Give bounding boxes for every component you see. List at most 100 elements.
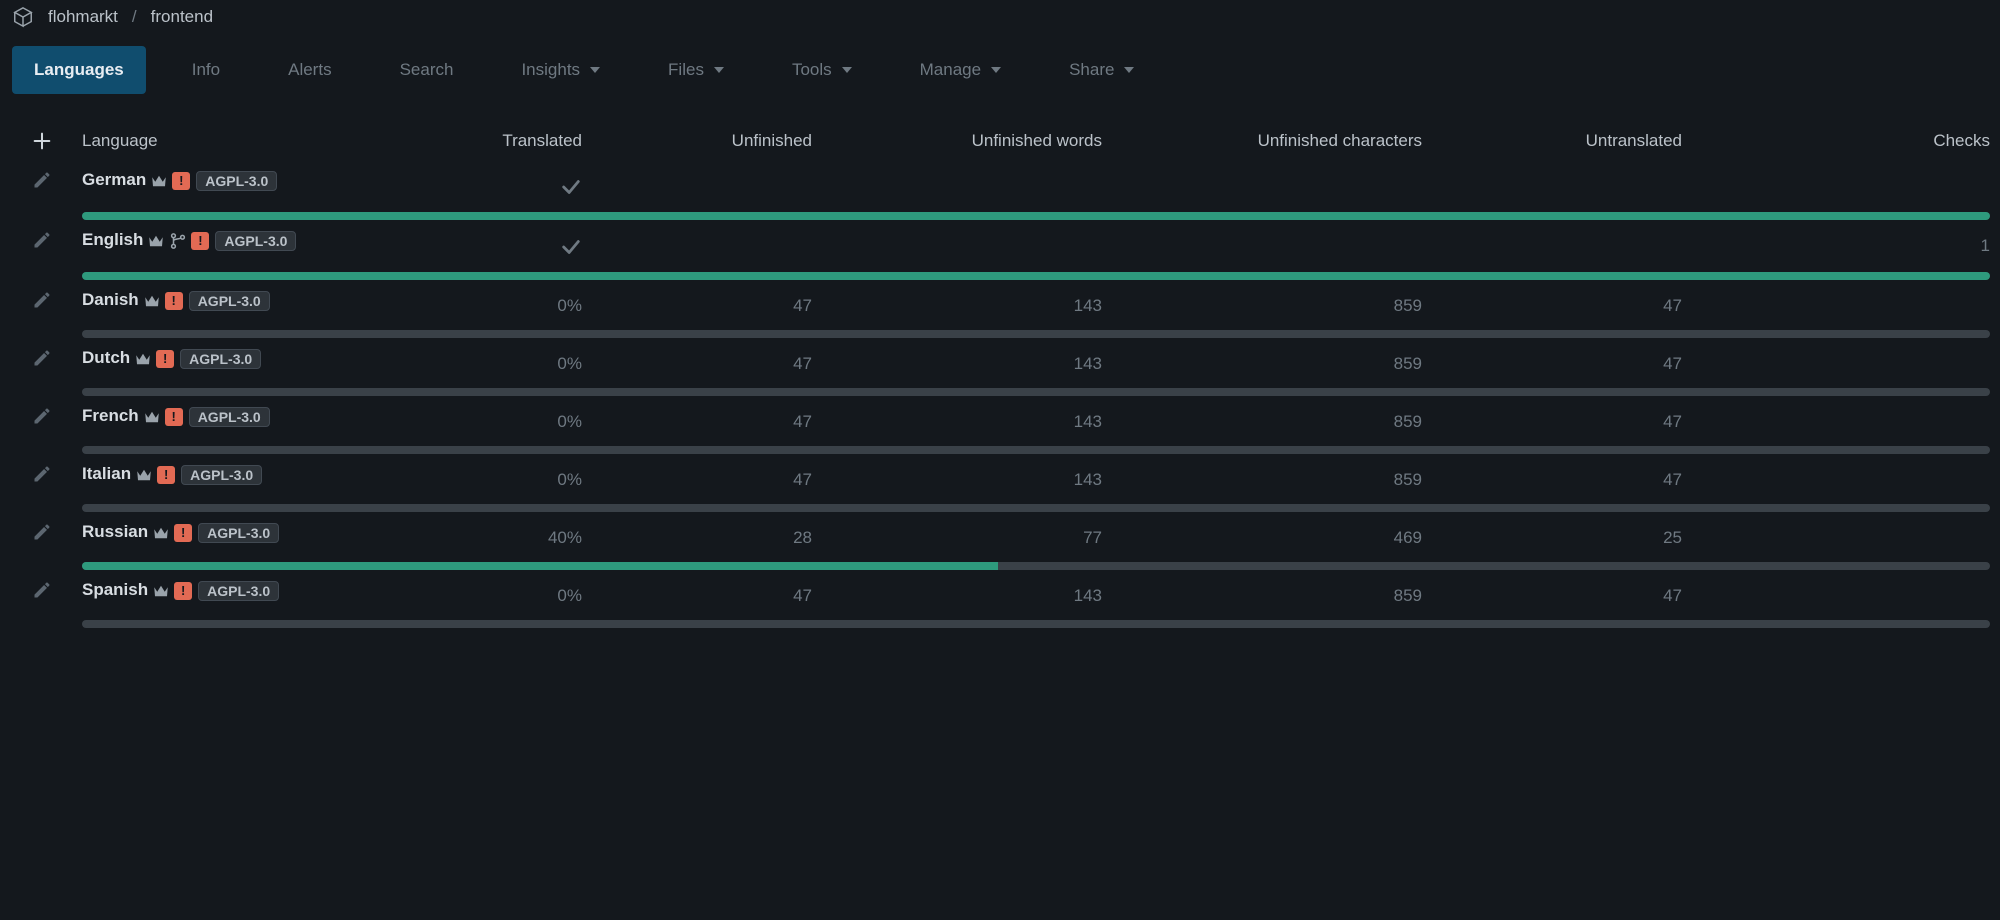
tab-insights[interactable]: Insights — [499, 46, 622, 94]
language-cell[interactable]: Danish !AGPL-3.0 — [72, 290, 432, 316]
tab-files[interactable]: Files — [646, 46, 746, 94]
translated-value[interactable] — [432, 170, 592, 198]
col-translated[interactable]: Translated — [432, 120, 592, 170]
unfinished-chars-value[interactable]: 859 — [1112, 580, 1432, 606]
license-badge[interactable]: AGPL-3.0 — [198, 581, 279, 601]
language-cell[interactable]: English !AGPL-3.0 — [72, 230, 432, 258]
language-cell[interactable]: Italian !AGPL-3.0 — [72, 464, 432, 490]
unfinished-words-value[interactable] — [822, 230, 1112, 258]
license-badge[interactable]: AGPL-3.0 — [189, 291, 270, 311]
unfinished-value[interactable]: 47 — [592, 406, 822, 432]
edit-language-button[interactable] — [12, 230, 72, 290]
unfinished-chars-value[interactable] — [1112, 230, 1432, 258]
license-badge[interactable]: AGPL-3.0 — [215, 231, 296, 251]
checks-value[interactable] — [1692, 522, 2000, 548]
checks-value[interactable] — [1692, 406, 2000, 432]
edit-language-button[interactable] — [12, 580, 72, 638]
translated-value[interactable] — [432, 230, 592, 258]
translated-value[interactable]: 0% — [432, 406, 592, 432]
edit-language-button[interactable] — [12, 464, 72, 522]
unfinished-chars-value[interactable]: 859 — [1112, 290, 1432, 316]
unfinished-value[interactable]: 47 — [592, 348, 822, 374]
progress-cell[interactable] — [72, 548, 2000, 580]
edit-language-button[interactable] — [12, 170, 72, 230]
tab-tools[interactable]: Tools — [770, 46, 874, 94]
unfinished-value[interactable] — [592, 230, 822, 258]
untranslated-value[interactable] — [1432, 170, 1692, 198]
progress-cell[interactable] — [72, 316, 2000, 348]
unfinished-value[interactable]: 47 — [592, 290, 822, 316]
progress-cell[interactable] — [72, 374, 2000, 406]
language-cell[interactable]: Russian !AGPL-3.0 — [72, 522, 432, 548]
language-cell[interactable]: German !AGPL-3.0 — [72, 170, 432, 198]
unfinished-words-value[interactable]: 143 — [822, 406, 1112, 432]
untranslated-value[interactable]: 47 — [1432, 290, 1692, 316]
checks-value[interactable] — [1692, 170, 2000, 198]
col-untranslated[interactable]: Untranslated — [1432, 120, 1692, 170]
unfinished-chars-value[interactable]: 859 — [1112, 348, 1432, 374]
edit-language-button[interactable] — [12, 406, 72, 464]
translated-value[interactable]: 0% — [432, 580, 592, 606]
edit-language-button[interactable] — [12, 348, 72, 406]
checks-value[interactable] — [1692, 464, 2000, 490]
translated-value[interactable]: 0% — [432, 290, 592, 316]
license-badge[interactable]: AGPL-3.0 — [180, 349, 261, 369]
unfinished-words-value[interactable]: 143 — [822, 580, 1112, 606]
checks-value[interactable] — [1692, 290, 2000, 316]
translated-value[interactable]: 0% — [432, 464, 592, 490]
untranslated-value[interactable]: 47 — [1432, 580, 1692, 606]
untranslated-value[interactable]: 47 — [1432, 464, 1692, 490]
checks-value[interactable] — [1692, 348, 2000, 374]
progress-cell[interactable] — [72, 258, 2000, 290]
edit-language-button[interactable] — [12, 522, 72, 580]
unfinished-value[interactable] — [592, 170, 822, 198]
unfinished-words-value[interactable]: 143 — [822, 464, 1112, 490]
breadcrumb-project[interactable]: flohmarkt — [48, 7, 118, 27]
unfinished-words-value[interactable]: 143 — [822, 290, 1112, 316]
tab-languages[interactable]: Languages — [12, 46, 146, 94]
language-cell[interactable]: French !AGPL-3.0 — [72, 406, 432, 432]
unfinished-words-value[interactable]: 77 — [822, 522, 1112, 548]
untranslated-value[interactable]: 47 — [1432, 406, 1692, 432]
progress-cell[interactable] — [72, 198, 2000, 230]
unfinished-value[interactable]: 28 — [592, 522, 822, 548]
tab-info[interactable]: Info — [170, 46, 242, 94]
progress-cell[interactable] — [72, 490, 2000, 522]
license-badge[interactable]: AGPL-3.0 — [198, 523, 279, 543]
unfinished-chars-value[interactable] — [1112, 170, 1432, 198]
translated-value[interactable]: 40% — [432, 522, 592, 548]
unfinished-chars-value[interactable]: 859 — [1112, 406, 1432, 432]
tab-alerts[interactable]: Alerts — [266, 46, 353, 94]
unfinished-value[interactable]: 47 — [592, 580, 822, 606]
license-badge[interactable]: AGPL-3.0 — [196, 171, 277, 191]
untranslated-value[interactable]: 47 — [1432, 348, 1692, 374]
untranslated-value[interactable] — [1432, 230, 1692, 258]
license-badge[interactable]: AGPL-3.0 — [189, 407, 270, 427]
col-unfinished-words[interactable]: Unfinished words — [822, 120, 1112, 170]
unfinished-words-value[interactable]: 143 — [822, 348, 1112, 374]
edit-language-button[interactable] — [12, 290, 72, 348]
add-language-header[interactable] — [12, 120, 72, 170]
tab-share[interactable]: Share — [1047, 46, 1156, 94]
col-checks[interactable]: Checks — [1692, 120, 2000, 170]
language-cell[interactable]: Spanish !AGPL-3.0 — [72, 580, 432, 606]
unfinished-chars-value[interactable]: 469 — [1112, 522, 1432, 548]
language-row: Dutch !AGPL-3.00%4714385947 — [12, 348, 2000, 374]
unfinished-value[interactable]: 47 — [592, 464, 822, 490]
license-badge[interactable]: AGPL-3.0 — [181, 465, 262, 485]
language-cell[interactable]: Dutch !AGPL-3.0 — [72, 348, 432, 374]
checks-value[interactable] — [1692, 580, 2000, 606]
col-unfinished[interactable]: Unfinished — [592, 120, 822, 170]
tab-search[interactable]: Search — [378, 46, 476, 94]
checks-value[interactable]: 1 — [1692, 230, 2000, 258]
unfinished-chars-value[interactable]: 859 — [1112, 464, 1432, 490]
unfinished-words-value[interactable] — [822, 170, 1112, 198]
col-language[interactable]: Language — [72, 120, 432, 170]
col-unfinished-chars[interactable]: Unfinished characters — [1112, 120, 1432, 170]
tab-manage[interactable]: Manage — [898, 46, 1023, 94]
translated-value[interactable]: 0% — [432, 348, 592, 374]
progress-cell[interactable] — [72, 606, 2000, 638]
untranslated-value[interactable]: 25 — [1432, 522, 1692, 548]
breadcrumb-component[interactable]: frontend — [151, 7, 213, 27]
progress-cell[interactable] — [72, 432, 2000, 464]
